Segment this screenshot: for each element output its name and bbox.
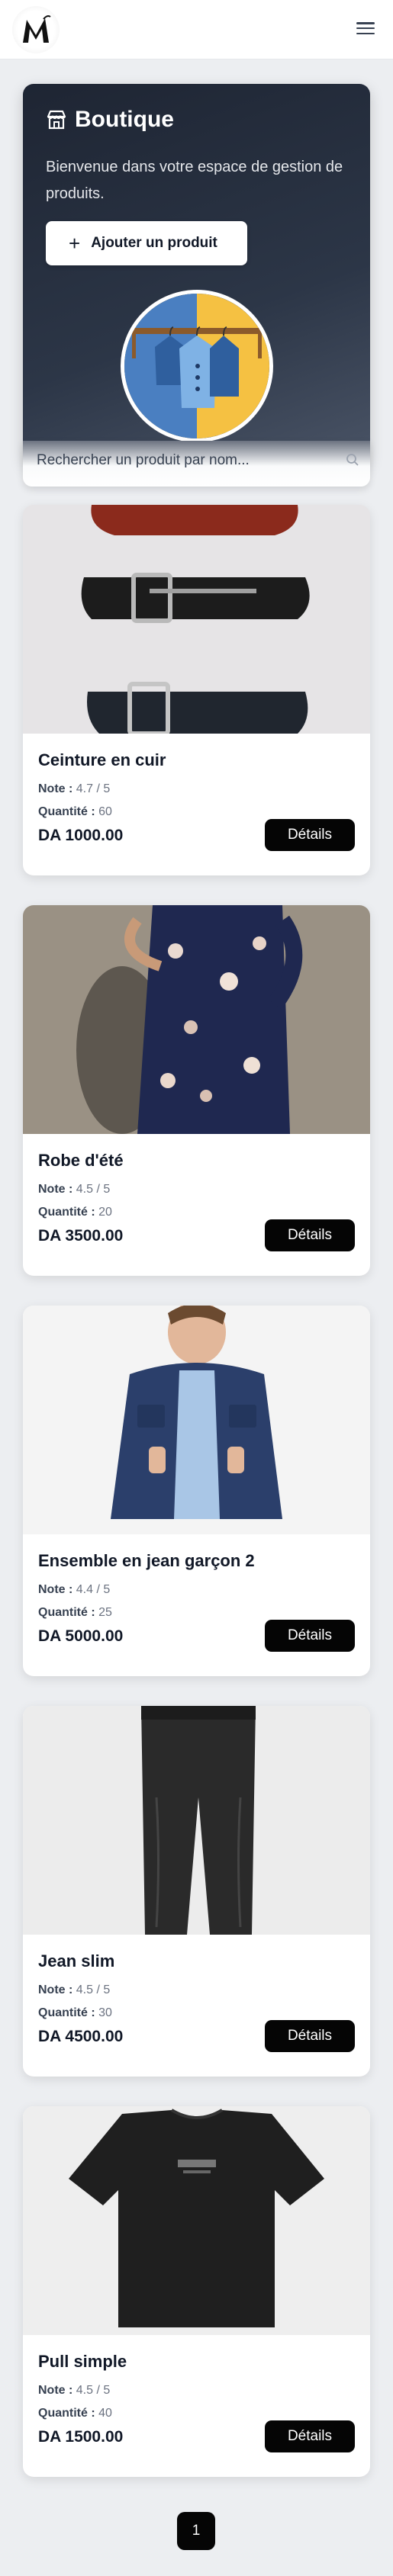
quantity-label: Quantité : <box>38 805 95 818</box>
product-card: Ceinture en cuir Note : 4.7 / 5 Quantité… <box>23 505 370 875</box>
product-card: Jean slim Note : 4.5 / 5 Quantité : 30 D… <box>23 1706 370 2077</box>
rating-value: 4.5 / 5 <box>76 2384 111 2397</box>
details-button[interactable]: Détails <box>265 2420 355 2452</box>
rating-value: 4.5 / 5 <box>76 1983 111 1996</box>
rating-label: Note : <box>38 1183 73 1196</box>
rating-label: Note : <box>38 782 73 795</box>
product-name: Pull simple <box>38 2352 127 2371</box>
clothes-rack-illustration <box>121 290 273 442</box>
product-price: DA 1000.00 <box>38 827 124 844</box>
store-icon <box>47 110 66 130</box>
add-product-label: Ajouter un produit <box>91 235 217 251</box>
search-input[interactable] <box>23 448 359 473</box>
quantity-value: 25 <box>98 1606 112 1619</box>
menu-bar <box>356 27 375 30</box>
product-image[interactable] <box>23 1306 370 1534</box>
product-quantity: Quantité : 40 <box>38 2407 112 2420</box>
floral-summer-dress-photo <box>23 905 370 1134</box>
rating-label: Note : <box>38 1583 73 1596</box>
product-quantity: Quantité : 20 <box>38 1206 112 1219</box>
product-image[interactable] <box>23 2106 370 2335</box>
details-button[interactable]: Détails <box>265 1620 355 1652</box>
product-rating: Note : 4.5 / 5 <box>38 1983 110 1997</box>
product-price: DA 4500.00 <box>38 2028 124 2045</box>
product-quantity: Quantité : 25 <box>38 1606 112 1620</box>
product-price: DA 5000.00 <box>38 1627 124 1645</box>
product-price: DA 3500.00 <box>38 1227 124 1245</box>
product-rating: Note : 4.4 / 5 <box>38 1583 110 1597</box>
clothes-rack-icon <box>124 294 269 438</box>
rating-label: Note : <box>38 1983 73 1996</box>
black-slim-jeans-photo <box>23 1706 370 1935</box>
product-card: Pull simple Note : 4.5 / 5 Quantité : 40… <box>23 2106 370 2477</box>
rating-value: 4.5 / 5 <box>76 1183 111 1196</box>
product-image[interactable] <box>23 905 370 1134</box>
menu-bar <box>356 22 375 24</box>
product-rating: Note : 4.7 / 5 <box>38 782 110 796</box>
rating-label: Note : <box>38 2384 73 2397</box>
boutique-hero-panel: Boutique Bienvenue dans votre espace de … <box>23 84 370 465</box>
quantity-label: Quantité : <box>38 1206 95 1219</box>
rating-value: 4.4 / 5 <box>76 1583 111 1596</box>
search-icon[interactable] <box>346 453 359 467</box>
quantity-label: Quantité : <box>38 1606 95 1619</box>
rating-value: 4.7 / 5 <box>76 782 111 795</box>
quantity-label: Quantité : <box>38 2407 95 2420</box>
black-tshirt-photo <box>23 2106 370 2335</box>
brand-logo[interactable] <box>12 6 60 53</box>
quantity-value: 20 <box>98 1206 112 1219</box>
plus-icon: + <box>69 232 81 255</box>
details-button[interactable]: Détails <box>265 819 355 851</box>
quantity-value: 30 <box>98 2006 112 2019</box>
details-button[interactable]: Détails <box>265 1219 355 1251</box>
top-navbar <box>0 0 393 59</box>
product-rating: Note : 4.5 / 5 <box>38 1183 110 1196</box>
boy-denim-jacket-photo <box>23 1306 370 1534</box>
hero-title-row: Boutique <box>46 107 174 133</box>
pagination-page-button[interactable]: 1 <box>177 2512 215 2550</box>
quantity-label: Quantité : <box>38 2006 95 2019</box>
leather-belts-photo <box>23 505 370 734</box>
hero-description: Bienvenue dans votre espace de gestion d… <box>46 159 343 202</box>
product-name: Ceinture en cuir <box>38 750 166 769</box>
product-rating: Note : 4.5 / 5 <box>38 2384 110 2398</box>
details-button[interactable]: Détails <box>265 2020 355 2052</box>
quantity-value: 60 <box>98 805 112 818</box>
search-bar <box>23 441 370 487</box>
product-name: Ensemble en jean garçon 2 <box>38 1551 255 1570</box>
hamburger-menu-button[interactable] <box>356 20 375 37</box>
product-image[interactable] <box>23 505 370 734</box>
quantity-value: 40 <box>98 2407 112 2420</box>
product-name: Jean slim <box>38 1951 115 1971</box>
menu-bar <box>356 32 375 34</box>
product-quantity: Quantité : 60 <box>38 805 112 819</box>
product-card: Robe d'été Note : 4.5 / 5 Quantité : 20 … <box>23 905 370 1276</box>
product-card: Ensemble en jean garçon 2 Note : 4.4 / 5… <box>23 1306 370 1676</box>
page-title: Boutique <box>75 107 174 132</box>
product-price: DA 1500.00 <box>38 2428 124 2446</box>
add-product-button[interactable]: + Ajouter un produit <box>46 221 247 265</box>
product-quantity: Quantité : 30 <box>38 2006 112 2020</box>
brand-m-logo-icon <box>23 15 51 43</box>
product-name: Robe d'été <box>38 1151 124 1170</box>
product-image[interactable] <box>23 1706 370 1935</box>
